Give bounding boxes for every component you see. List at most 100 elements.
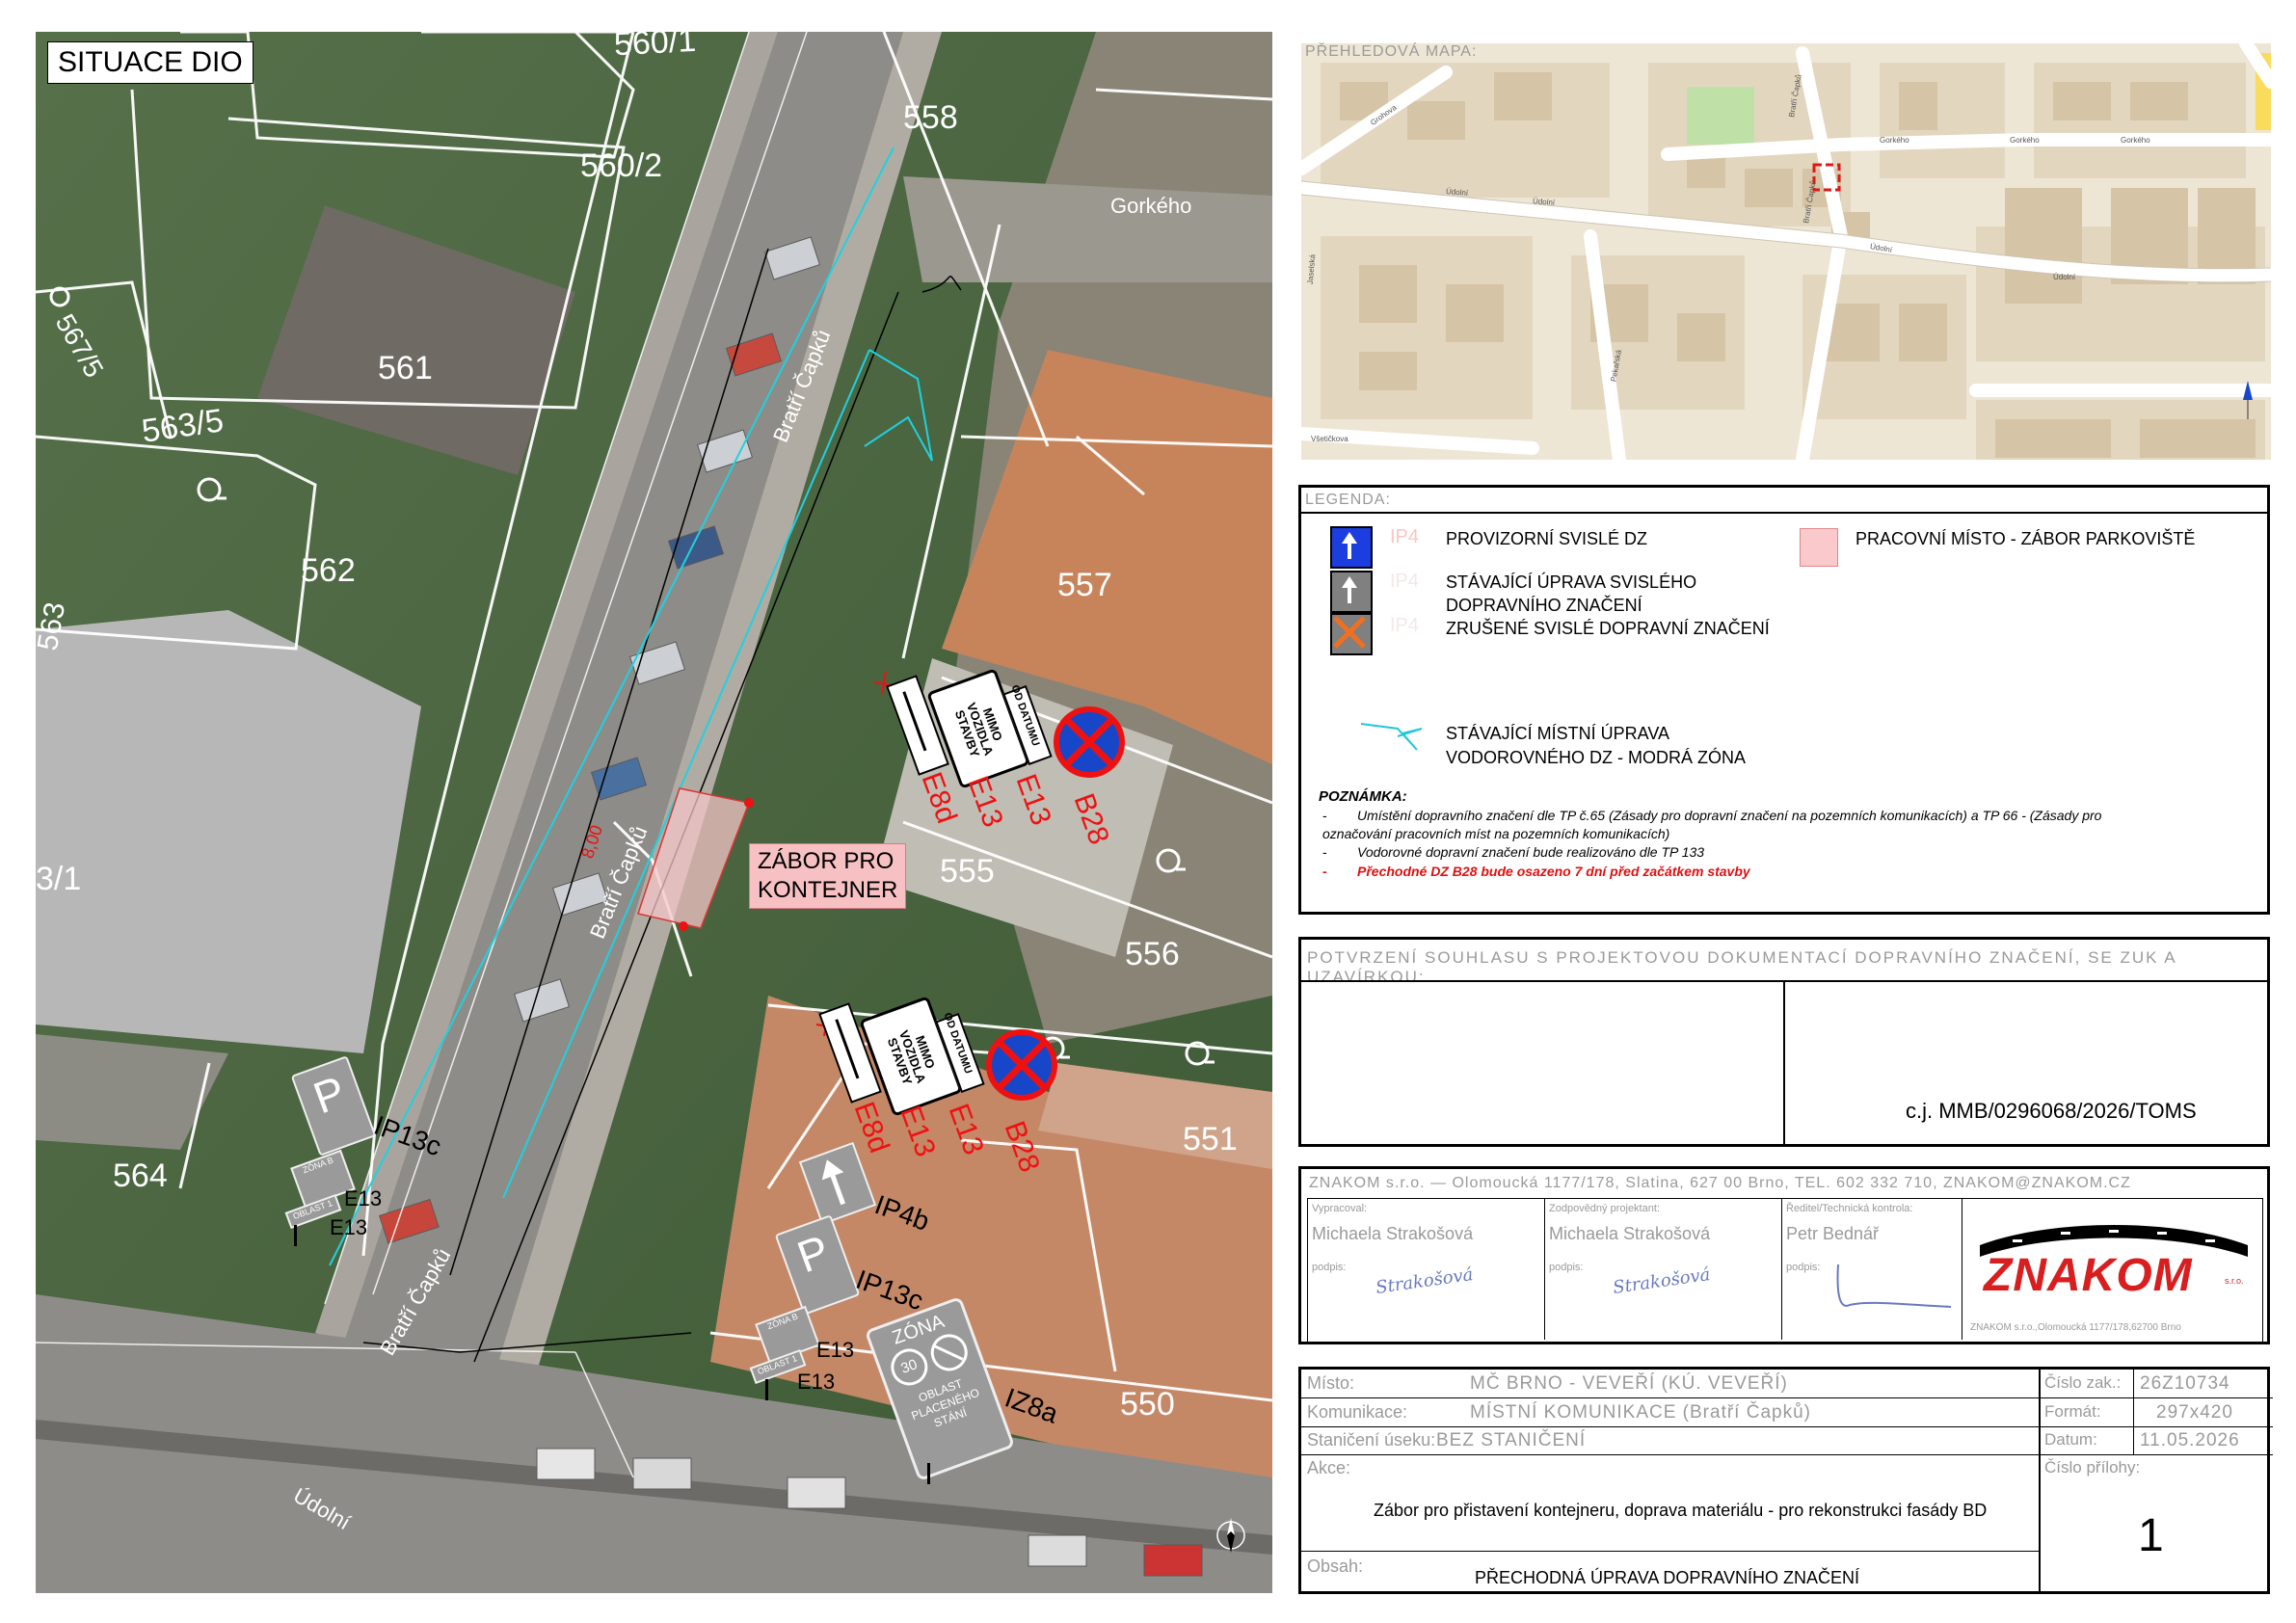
legend-code: IP4 <box>1390 615 1420 636</box>
note-bullet: - <box>1322 844 1327 860</box>
map-street-label: Gorkého <box>1880 136 1909 145</box>
note-bullet: - <box>1322 808 1327 823</box>
legend-text: ZRUŠENÉ SVISLÉ DOPRAVNÍ ZNAČENÍ <box>1446 619 1770 638</box>
overview-title: PŘEHLEDOVÁ MAPA: <box>1305 43 1478 60</box>
parcel-label: 563 <box>31 599 72 653</box>
park-area <box>1687 87 1754 145</box>
map-street-label: Údolní <box>2053 273 2076 281</box>
logo-subtext: s.r.o. <box>2225 1276 2244 1286</box>
signature-label: podpis: <box>1312 1262 1347 1273</box>
company-logo-cell: ZNAKOM s.r.o. ZNAKOM s.r.o.,Olomoucká 11… <box>1962 1199 2261 1340</box>
misto-value: MČ BRNO - VEVEŘÍ (KÚ. VEVEŘÍ) <box>1470 1373 1788 1394</box>
legend-text: STÁVAJÍCÍ MÍSTNÍ ÚPRAVA VODOROVNÉHO DZ -… <box>1446 722 1746 770</box>
parcel-label: 550 <box>1120 1386 1175 1423</box>
format-value: 297x420 <box>2156 1402 2233 1423</box>
sign-group-top: MIMO VOZIDLA STAVBY OD DATUMU E8d E13 E1… <box>886 658 1142 880</box>
legend-text: PROVIZORNÍ SVISLÉ DZ <box>1446 529 1648 548</box>
zabor-label-line: KONTEJNER <box>758 877 898 903</box>
parcel-label: 567/5 <box>49 308 110 383</box>
map-street-label: Gorkého <box>2010 136 2040 145</box>
approval-reference: c.j. MMB/0296068/2026/TOMS <box>1906 1099 2197 1123</box>
col-divider <box>2133 1370 2134 1454</box>
sign-b28-no-parking <box>986 1029 1057 1101</box>
row-divider <box>1301 1551 2039 1552</box>
datum-label: Datum: <box>2044 1430 2097 1449</box>
parcel-label: 564 <box>113 1157 168 1194</box>
legend-divider <box>1301 512 2267 514</box>
map-street-label: Údolní <box>1532 197 1556 207</box>
signature-image <box>1836 1264 1952 1308</box>
signature-label: podpis: <box>1549 1262 1584 1273</box>
sign-label-ip13c: IP13c <box>852 1264 927 1317</box>
signature-cell: Vypracoval: Michaela Strakošová podpis: … <box>1308 1199 1545 1340</box>
sign-post <box>294 1225 297 1246</box>
note-text: označování pracovních míst na pozemních … <box>1322 826 1670 841</box>
note-bullet: - <box>1322 864 1327 879</box>
signature-label: podpis: <box>1786 1262 1821 1273</box>
parcel-label: 551 <box>1183 1121 1238 1157</box>
sign-ip13c: P <box>290 1055 377 1157</box>
legend-text-line: STÁVAJÍCÍ MÍSTNÍ ÚPRAVA <box>1446 724 1670 743</box>
row-divider <box>1301 1454 2273 1455</box>
signature-cell: Zodpovědný projektant: Michaela Strakošo… <box>1545 1199 1782 1340</box>
arrow-up-icon <box>1342 532 1357 559</box>
street-label-gorkeho: Gorkého <box>1110 194 1192 218</box>
title-block: Místo: MČ BRNO - VEVEŘÍ (KÚ. VEVEŘÍ) Kom… <box>1298 1367 2273 1594</box>
parcel-label: 560/1 <box>613 21 698 64</box>
cislo-zak-value: 26Z10734 <box>2140 1373 2230 1394</box>
legend-title: LEGENDA: <box>1305 492 1391 508</box>
situation-plan: SITUACE DIO 560/1 558 560/2 567/5 561 56… <box>32 22 1273 1593</box>
parcel-label: 3/1 <box>36 861 82 897</box>
col-divider <box>2039 1370 2041 1593</box>
sign-label-b28: B28 <box>1067 789 1115 849</box>
komunikace-value: MÍSTNÍ KOMUNIKACE (Bratří Čapků) <box>1470 1402 1811 1423</box>
role-label: Vypracoval: <box>1312 1203 1368 1214</box>
sign-iz8a: ZÓNA 30 OBLAST PLACENÉHO STÁNÍ <box>864 1295 1016 1482</box>
street-label-bratri-capku: Bratří Čapků <box>375 1244 456 1360</box>
logo-text: ZNAKOM <box>1984 1250 2193 1301</box>
sign-label-e13: E13 <box>1009 770 1057 830</box>
legend-text-line: STÁVAJÍCÍ ÚPRAVA SVISLÉHO <box>1446 572 1697 592</box>
role-label: Ředitel/Technická kontrola: <box>1786 1203 1913 1214</box>
sign-b28-no-parking <box>1054 706 1125 778</box>
sign-label-e8d: E8d <box>915 768 963 828</box>
map-street-label: Údolní <box>1445 187 1469 198</box>
legend-icon-blue-arrow <box>1330 526 1373 569</box>
sign-post <box>765 1379 768 1400</box>
sign-label-ip13c: IP13c <box>370 1109 445 1162</box>
akce-label: Akce: <box>1307 1458 1351 1477</box>
komunikace-label: Komunikace: <box>1307 1402 1408 1422</box>
stanic-label: Staničení úseku: <box>1307 1430 1436 1450</box>
overview-map-panel: PŘEHLEDOVÁ MAPA: Údolní Údolní Údolní Úd… <box>1295 37 2278 466</box>
signature-image: Strakošová <box>1612 1264 1712 1298</box>
row-divider <box>1301 1397 2039 1398</box>
cislo-prilohy-value: 1 <box>2138 1510 2164 1561</box>
signature-cells: Vypracoval: Michaela Strakošová podpis: … <box>1307 1198 2263 1343</box>
row-divider <box>2039 1426 2273 1427</box>
sign-label-e13: E13 <box>330 1215 368 1239</box>
sign-group-left: P ZÓNA B OBLAST 1 IP13c E13 E13 <box>267 1044 460 1256</box>
b28-cross-icon <box>1064 717 1114 767</box>
cislo-zak-label: Číslo zak.: <box>2044 1373 2122 1392</box>
sign-label-e13: E13 <box>797 1370 836 1394</box>
legend-icon-gray-arrow <box>1330 571 1373 613</box>
role-label: Zodpovědný projektant: <box>1549 1203 1660 1214</box>
arrow-up-icon <box>821 1159 845 1206</box>
company-panel: ZNAKOM s.r.o. — Olomoucká 1177/178, Slat… <box>1298 1166 2270 1344</box>
sign-label-e13: E13 <box>961 772 1009 832</box>
approval-panel: POTVRZENÍ SOUHLASU S PROJEKTOVOU DOKUMEN… <box>1298 937 2270 1147</box>
zabor-label-line: ZÁBOR PRO <box>758 848 894 874</box>
note-title: POZNÁMKA: <box>1319 788 1407 805</box>
logo-address: ZNAKOM s.r.o.,Olomoucká 1177/178,62700 B… <box>1970 1322 2181 1333</box>
parcel-label: 563/5 <box>139 402 227 450</box>
legend-code: IP4 <box>1390 571 1420 592</box>
parcel-label: 557 <box>1057 567 1112 603</box>
cislo-prilohy-label: Číslo přílohy: <box>2044 1458 2141 1477</box>
stanic-value: BEZ STANIČENÍ <box>1436 1430 1587 1450</box>
cancelled-cross-icon <box>1333 616 1366 649</box>
legend-icon-blue-zone <box>1360 723 1423 751</box>
note-text: Vodorovné dopravní značení bude realizov… <box>1357 844 1705 860</box>
legend-icon-work-zone <box>1800 528 1838 567</box>
sign-ip4b <box>798 1141 877 1226</box>
parcel-label: 558 <box>903 99 958 136</box>
